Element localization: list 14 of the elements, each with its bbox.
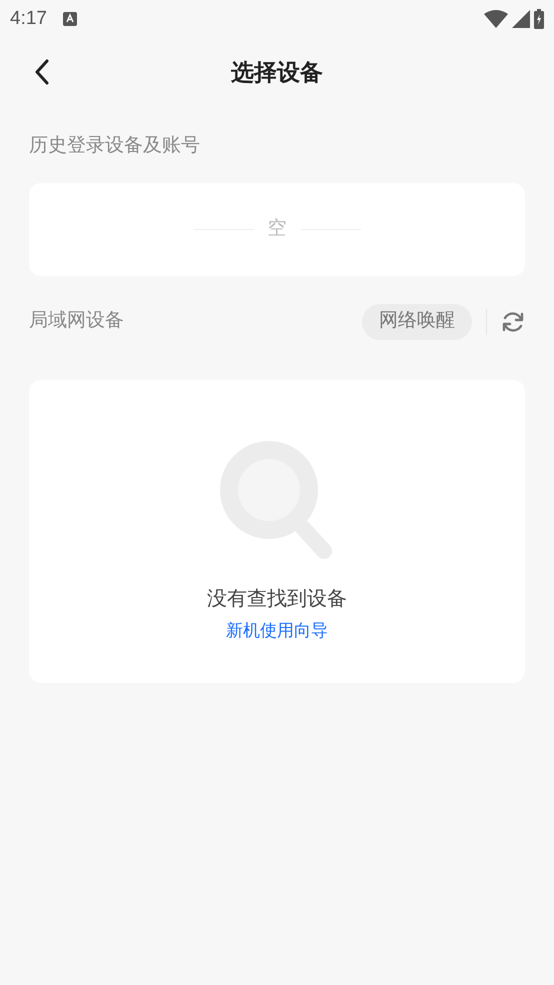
empty-text: 空 [268, 216, 286, 241]
battery-icon [534, 9, 544, 29]
empty-title: 没有查找到设备 [207, 586, 347, 612]
guide-link[interactable]: 新机使用向导 [226, 618, 328, 643]
signal-icon [512, 10, 530, 28]
section-label: 历史登录设备及账号 [29, 134, 201, 158]
back-icon [35, 59, 49, 85]
refresh-icon[interactable] [501, 310, 525, 334]
status-time: 4:17 [10, 6, 47, 31]
page-title: 选择设备 [231, 58, 323, 87]
section-label: 局域网设备 [29, 309, 125, 334]
wake-button[interactable]: 网络唤醒 [362, 304, 472, 340]
wifi-icon [484, 10, 508, 28]
keyboard-icon [62, 12, 77, 26]
